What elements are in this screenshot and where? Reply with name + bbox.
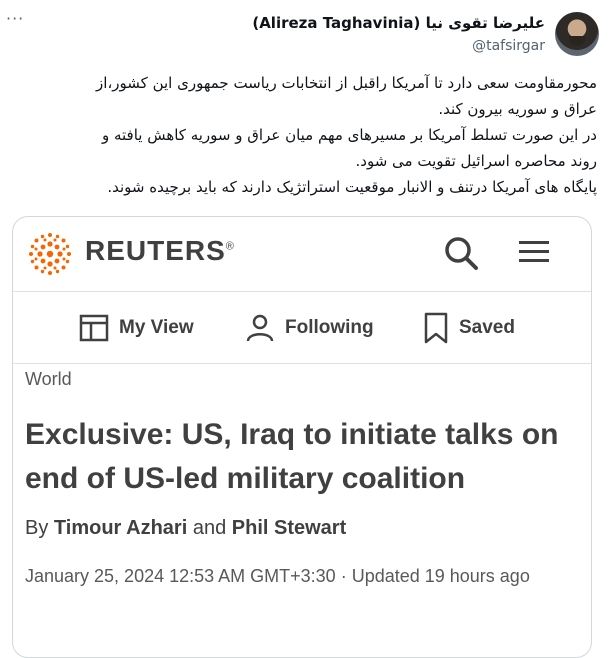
tweet-text: محورمقاومت سعی دارد تا آمریکا راقبل از ا… [12, 70, 597, 200]
byline-joiner: and [192, 517, 227, 539]
tweet-line: در این صورت تسلط آمریکا بر مسیرهای مهم م… [101, 126, 597, 144]
my-view-label: My View [119, 317, 194, 338]
avatar[interactable] [555, 12, 599, 56]
following-button[interactable]: Following [245, 307, 374, 349]
tweet-author: علیرضا تقوی نیا (Alireza Taghavinia) @ta… [252, 14, 545, 54]
following-label: Following [285, 317, 374, 338]
reuters-actions: My View Following Saved [13, 307, 591, 349]
layout-icon [79, 314, 109, 342]
article-headline: Exclusive: US, Iraq to initiate talks on… [25, 418, 559, 495]
saved-label: Saved [459, 317, 515, 338]
my-view-button[interactable]: My View [79, 307, 194, 349]
reuters-logo-icon [29, 233, 71, 275]
article-date: January 25, 2024 12:53 AM GMT+3:30 · Upd… [25, 566, 530, 586]
reuters-header: REUTERS® [13, 217, 591, 292]
byline-author[interactable]: Timour Azhari [54, 517, 187, 539]
tweet-line: پایگاه های آمریکا درتنف و الانبار موقعیت… [107, 178, 597, 196]
embedded-image[interactable]: REUTERS® My View Following Saved World E… [12, 216, 592, 658]
byline-prefix: By [25, 517, 49, 539]
author-name[interactable]: علیرضا تقوی نیا (Alireza Taghavinia) [252, 14, 545, 32]
search-icon[interactable] [441, 233, 481, 273]
divider [13, 363, 591, 364]
section-label[interactable]: World [25, 369, 72, 390]
bookmark-icon [424, 312, 448, 344]
hamburger-menu-icon[interactable] [517, 235, 551, 269]
byline-author[interactable]: Phil Stewart [232, 517, 346, 539]
author-handle[interactable]: @tafsirgar [252, 38, 545, 54]
tweet-line: عراق و سوریه بیرون کند. [438, 100, 597, 118]
more-options-icon[interactable]: ··· [6, 11, 24, 27]
tweet-line: روند محاصره اسرائیل تقویت می شود. [355, 152, 598, 170]
saved-button[interactable]: Saved [423, 307, 515, 349]
tweet-line: محورمقاومت سعی دارد تا آمریکا راقبل از ا… [96, 74, 597, 92]
article-byline: By Timour Azhari and Phil Stewart [25, 517, 346, 540]
reuters-wordmark: REUTERS® [85, 235, 235, 266]
person-icon [246, 314, 274, 342]
